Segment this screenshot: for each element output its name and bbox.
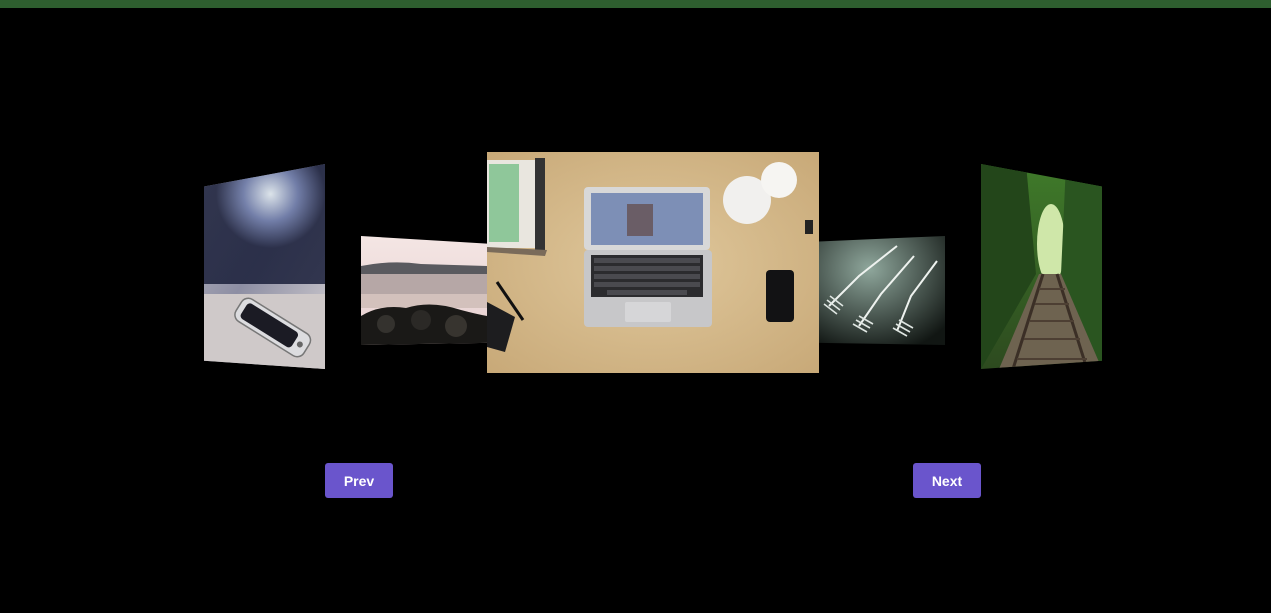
slide-laptop-on-desk[interactable]: [487, 152, 819, 373]
next-button[interactable]: Next: [913, 463, 981, 498]
slide-phone-on-table[interactable]: [204, 164, 325, 369]
phone-image: [204, 164, 325, 369]
slide-rocky-beach[interactable]: [361, 236, 487, 345]
prev-button[interactable]: Prev: [325, 463, 393, 498]
laptop-image: [487, 152, 819, 373]
railway-image: [981, 164, 1102, 369]
slide-forks[interactable]: [819, 236, 945, 345]
slide-railway-track-forest[interactable]: [981, 164, 1102, 369]
beach-image: [361, 236, 487, 345]
forks-image: [819, 236, 945, 345]
image-carousel: [0, 0, 1271, 613]
